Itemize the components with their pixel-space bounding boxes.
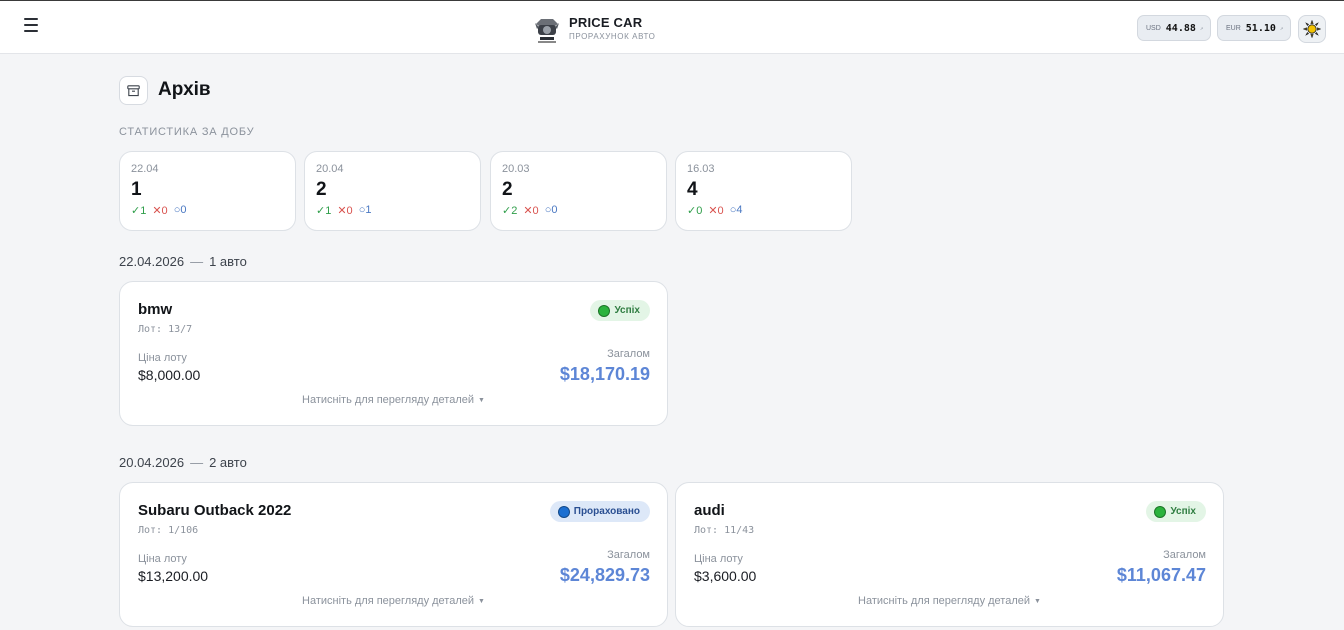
car-card[interactable]: audi Лот: 11/43 Успіх Ціна лоту $3,600.0… xyxy=(675,482,1224,627)
group-count: 1 авто xyxy=(209,254,247,269)
details-hint-text: Натисніть для перегляду деталей xyxy=(302,595,475,607)
stat-success-count: ✓1 xyxy=(131,205,147,217)
total-label: Загалом xyxy=(1163,549,1206,561)
logo-icon xyxy=(535,19,559,43)
stat-count: 2 xyxy=(316,179,327,200)
brand-title: PRICE CAR xyxy=(569,15,643,30)
total-label: Загалом xyxy=(607,549,650,561)
status-badge: Успіх xyxy=(590,300,650,321)
details-toggle[interactable]: Натисніть для перегляду деталей ▼ xyxy=(120,595,667,607)
status-badge: Успіх xyxy=(1146,501,1206,522)
details-toggle[interactable]: Натисніть для перегляду деталей ▼ xyxy=(676,595,1223,607)
stat-fail-count: ✕0 xyxy=(523,205,539,217)
stat-card[interactable]: 20.03 2 ✓2 ✕0 ○0 xyxy=(490,151,667,231)
car-lot: Лот: 13/7 xyxy=(138,324,193,335)
eur-rate-badge[interactable]: EUR 51.10 ↗ xyxy=(1217,15,1291,41)
price-label: Ціна лоту xyxy=(138,352,187,364)
success-dot-icon xyxy=(598,304,611,317)
stat-pending-count: ○0 xyxy=(544,204,558,216)
usd-trend-icon: ↗ xyxy=(1199,24,1204,32)
price-value: $8,000.00 xyxy=(138,367,201,383)
menu-icon[interactable] xyxy=(22,18,42,36)
archive-icon xyxy=(127,84,140,96)
stat-date: 20.03 xyxy=(502,163,530,175)
stat-date: 22.04 xyxy=(131,163,159,175)
stat-fail-count: ✕0 xyxy=(152,205,168,217)
price-value: $3,600.00 xyxy=(694,568,757,584)
eur-trend-icon: ↗ xyxy=(1279,24,1284,32)
price-label: Ціна лоту xyxy=(694,553,743,565)
stat-count: 4 xyxy=(687,179,698,200)
group-separator: — xyxy=(190,254,204,269)
usd-currency-label: USD xyxy=(1146,24,1161,32)
caret-down-icon: ▼ xyxy=(1034,597,1041,605)
status-label: Успіх xyxy=(614,305,640,316)
stat-pending-count: ○4 xyxy=(729,204,743,216)
brand-subtitle: ПРОРАХУНОК АВТО xyxy=(569,32,656,41)
theme-toggle-button[interactable] xyxy=(1298,15,1326,43)
car-name: Subaru Outback 2022 xyxy=(138,502,292,519)
eur-rate-value: 51.10 xyxy=(1245,22,1276,34)
stat-date: 20.04 xyxy=(316,163,344,175)
stat-card[interactable]: 22.04 1 ✓1 ✕0 ○0 xyxy=(119,151,296,231)
stats-section-label: СТАТИСТИКА ЗА ДОБУ xyxy=(119,126,255,138)
stat-pending-count: ○1 xyxy=(358,204,372,216)
usd-rate-value: 44.88 xyxy=(1165,22,1196,34)
stat-fail-count: ✕0 xyxy=(708,205,724,217)
price-label: Ціна лоту xyxy=(138,553,187,565)
group-header: 22.04.2026 — 1 авто xyxy=(119,254,247,269)
group-date: 22.04.2026 xyxy=(119,254,185,269)
group-count: 2 авто xyxy=(209,455,247,470)
stat-card[interactable]: 20.04 2 ✓1 ✕0 ○1 xyxy=(304,151,481,231)
group-date: 20.04.2026 xyxy=(119,455,185,470)
eur-currency-label: EUR xyxy=(1226,24,1241,32)
car-card[interactable]: Subaru Outback 2022 Лот: 1/106 Прорахова… xyxy=(119,482,668,627)
group-header: 20.04.2026 — 2 авто xyxy=(119,455,247,470)
details-toggle[interactable]: Натисніть для перегляду деталей ▼ xyxy=(120,394,667,406)
usd-rate-badge[interactable]: USD 44.88 ↗ xyxy=(1137,15,1211,41)
total-value: $18,170.19 xyxy=(559,364,650,384)
top-bar: PRICE CAR ПРОРАХУНОК АВТО USD 44.88 ↗ EU… xyxy=(0,0,1344,54)
group-separator: — xyxy=(190,455,204,470)
archive-icon-box xyxy=(119,76,148,105)
status-badge: Прораховано xyxy=(549,501,650,522)
caret-down-icon: ▼ xyxy=(478,396,485,404)
price-value: $13,200.00 xyxy=(138,568,209,584)
stat-pending-count: ○0 xyxy=(173,204,187,216)
stat-count: 1 xyxy=(131,179,142,200)
car-card[interactable]: bmw Лот: 13/7 Успіх Ціна лоту $8,000.00 … xyxy=(119,281,668,426)
total-value: $11,067.47 xyxy=(1116,565,1206,585)
car-name: audi xyxy=(694,502,725,519)
stat-success-count: ✓0 xyxy=(687,205,703,217)
brand[interactable]: PRICE CAR ПРОРАХУНОК АВТО xyxy=(533,13,655,45)
details-hint-text: Натисніть для перегляду деталей xyxy=(302,394,475,406)
stat-date: 16.03 xyxy=(687,163,715,175)
page-title: Архів xyxy=(158,79,211,100)
total-label: Загалом xyxy=(607,348,650,360)
stat-fail-count: ✕0 xyxy=(337,205,353,217)
stat-count: 2 xyxy=(502,179,513,200)
total-value: $24,829.73 xyxy=(559,565,650,585)
calculated-dot-icon xyxy=(557,505,570,518)
status-label: Успіх xyxy=(1170,506,1196,517)
stat-success-count: ✓1 xyxy=(316,205,332,217)
sun-icon xyxy=(1303,20,1321,38)
car-lot: Лот: 11/43 xyxy=(694,525,755,536)
caret-down-icon: ▼ xyxy=(478,597,485,605)
status-label: Прораховано xyxy=(573,506,640,517)
stat-success-count: ✓2 xyxy=(502,205,518,217)
car-name: bmw xyxy=(138,301,173,318)
details-hint-text: Натисніть для перегляду деталей xyxy=(858,595,1031,607)
success-dot-icon xyxy=(1154,505,1167,518)
car-lot: Лот: 1/106 xyxy=(138,525,199,536)
stat-card[interactable]: 16.03 4 ✓0 ✕0 ○4 xyxy=(675,151,852,231)
